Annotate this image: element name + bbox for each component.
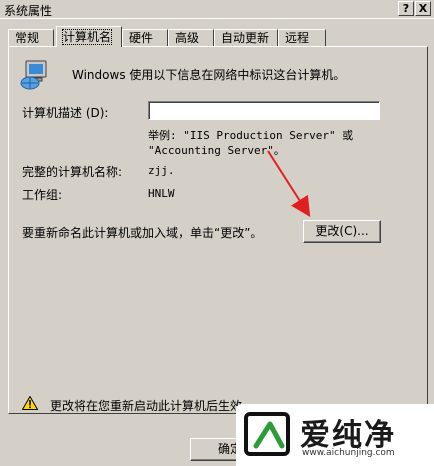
watermark: 爱纯净 www.aichunjing.com (236, 404, 434, 466)
brand-logo-icon (244, 412, 290, 456)
workgroup-label: 工作组: (22, 188, 63, 202)
workgroup-value: HNLW (148, 187, 175, 200)
example-line-1: 举例: "IIS Production Server" 或 (148, 129, 354, 142)
window-title: 系统属性 (4, 4, 53, 18)
full-name-label: 完整的计算机名称: (22, 165, 123, 179)
intro-text: Windows 使用以下信息在网络中标识这台计算机。 (72, 68, 346, 82)
warning-text: 更改将在您重新启动此计算机后生效。 (50, 399, 255, 413)
tab-remote[interactable]: 远程 (278, 29, 326, 46)
tab-hardware[interactable]: 硬件 (122, 29, 168, 46)
rename-text: 要重新命名此计算机或加入域，单击“更改”。 (22, 226, 263, 240)
tab-computer-name[interactable]: 计算机名 (56, 26, 122, 47)
description-label: 计算机描述 (D): (22, 106, 109, 120)
tab-general[interactable]: 常规 (8, 29, 54, 46)
computer-network-icon (20, 60, 47, 90)
title-bar: 系统属性 ? X (0, 0, 434, 19)
example-text: 举例: "IIS Production Server" 或 "Accountin… (148, 128, 353, 158)
warning-icon (22, 396, 38, 410)
full-name-value: zjj. (148, 164, 175, 177)
help-button[interactable]: ? (398, 1, 414, 16)
change-button[interactable]: 更改(C)... (303, 220, 381, 243)
computer-description-input[interactable] (148, 101, 380, 120)
example-line-2: "Accounting Server"。 (148, 144, 285, 157)
close-button[interactable]: X (415, 1, 431, 16)
tab-auto-update[interactable]: 自动更新 (214, 29, 278, 46)
tab-advanced[interactable]: 高级 (168, 29, 214, 46)
brand-url: www.aichunjing.com (302, 448, 395, 458)
